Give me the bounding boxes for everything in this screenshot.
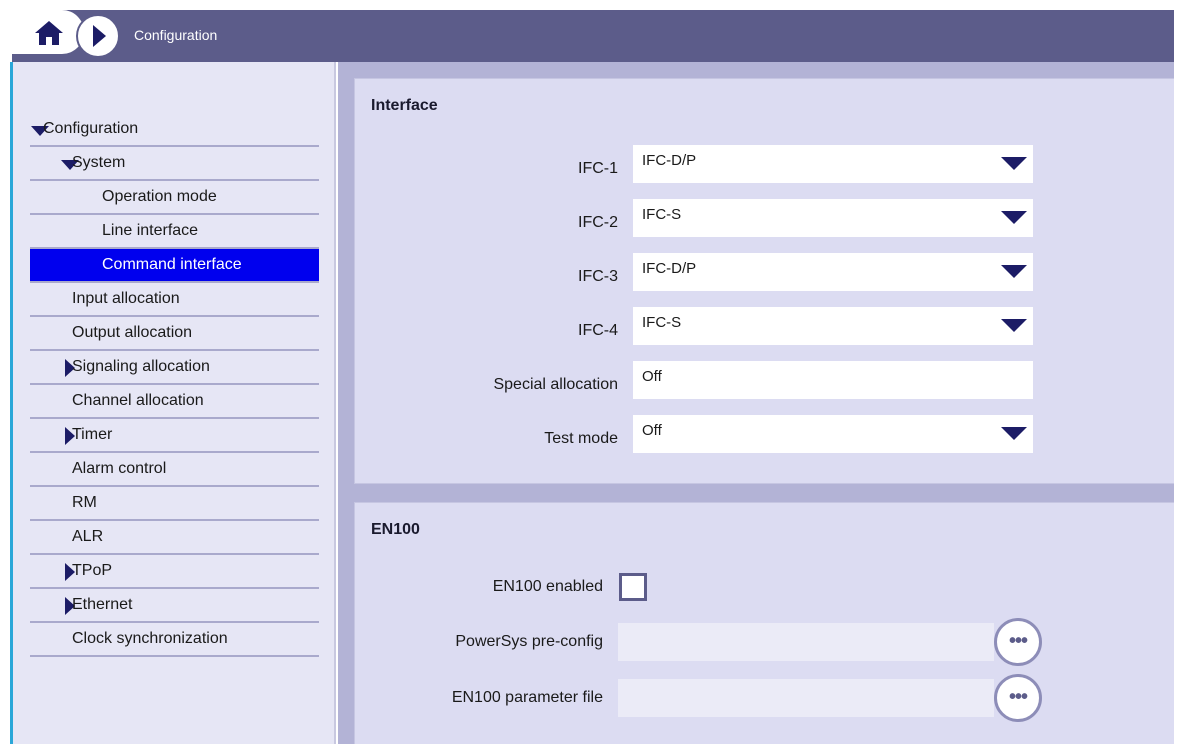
sidebar-item-ethernet[interactable]: Ethernet	[30, 589, 319, 623]
ifc-4-select[interactable]: IFC-S	[633, 307, 1033, 345]
more-icon: •••	[1008, 630, 1028, 652]
test-mode-label: Test mode	[544, 430, 618, 447]
ifc-2-value: IFC-S	[642, 206, 682, 223]
sidebar-item-line-interface[interactable]: Line interface	[30, 215, 319, 249]
sidebar-item-system[interactable]: System	[30, 147, 319, 181]
forward-button[interactable]	[76, 14, 120, 58]
sidebar-item-label: ALR	[72, 528, 104, 545]
sidebar-item-label: TPoP	[72, 562, 113, 579]
en100-enabled-label: EN100 enabled	[492, 578, 603, 595]
home-icon	[35, 21, 63, 45]
interface-panel: Interface IFC-1 IFC-D/P IFC-2 IFC-S IFC-…	[354, 78, 1174, 484]
sidebar-item-label: Input allocation	[72, 290, 180, 307]
ifc-1-label: IFC-1	[578, 160, 618, 177]
sidebar-item-channel-allocation[interactable]: Channel allocation	[30, 385, 319, 419]
sidebar-item-label: Signaling allocation	[72, 358, 210, 375]
sidebar-item-label: Timer	[72, 426, 113, 443]
sidebar-item-operation-mode[interactable]: Operation mode	[30, 181, 319, 215]
main-content: Interface IFC-1 IFC-D/P IFC-2 IFC-S IFC-…	[338, 62, 1174, 744]
ifc-1-value: IFC-D/P	[642, 152, 697, 169]
sidebar-item-tpop[interactable]: TPoP	[30, 555, 319, 589]
en100-panel-title: EN100	[371, 521, 420, 538]
en100-parameter-file-field	[618, 679, 994, 717]
sidebar-item-label: Command interface	[102, 256, 242, 273]
sidebar-item-label: Output allocation	[72, 324, 193, 341]
sidebar-item-label: Configuration	[43, 120, 139, 137]
sidebar-item-label: Operation mode	[102, 188, 217, 205]
more-icon: •••	[1008, 686, 1028, 708]
ifc-1-select[interactable]: IFC-D/P	[633, 145, 1033, 183]
sidebar: Configuration System Operation mode Line in…	[13, 62, 336, 744]
ifc-3-select[interactable]: IFC-D/P	[633, 253, 1033, 291]
interface-panel-title: Interface	[371, 97, 438, 114]
page-title: Configuration	[134, 27, 218, 43]
en100-enabled-checkbox[interactable]	[619, 573, 647, 601]
top-bar: Configuration	[12, 10, 1174, 62]
test-mode-select[interactable]: Off	[633, 415, 1033, 453]
sidebar-item-output-allocation[interactable]: Output allocation	[30, 317, 319, 351]
home-button[interactable]	[12, 10, 84, 54]
sidebar-item-label: Channel allocation	[72, 392, 204, 409]
chevron-down-icon	[1001, 211, 1027, 224]
sidebar-item-label: Alarm control	[72, 460, 167, 477]
sidebar-item-label: System	[72, 154, 126, 171]
special-allocation-label: Special allocation	[493, 376, 618, 393]
sidebar-item-configuration[interactable]: Configuration	[30, 113, 319, 147]
play-icon	[93, 25, 106, 47]
sidebar-item-timer[interactable]: Timer	[30, 419, 319, 453]
special-allocation-field[interactable]: Off	[633, 361, 1033, 399]
sidebar-item-rm[interactable]: RM	[30, 487, 319, 521]
test-mode-value: Off	[642, 422, 662, 439]
sidebar-item-label: Line interface	[102, 222, 199, 239]
ifc-2-select[interactable]: IFC-S	[633, 199, 1033, 237]
preconfig-browse-button[interactable]: •••	[994, 618, 1042, 666]
sidebar-item-label: Ethernet	[72, 596, 133, 613]
sidebar-item-label: RM	[72, 494, 97, 511]
parameter-file-browse-button[interactable]: •••	[994, 674, 1042, 722]
sidebar-item-clock-synchronization[interactable]: Clock synchronization	[30, 623, 319, 657]
en100-parameter-file-label: EN100 parameter file	[451, 689, 603, 706]
en100-panel: EN100 EN100 enabled PowerSys pre-config …	[354, 502, 1174, 744]
chevron-down-icon	[1001, 265, 1027, 278]
sidebar-item-input-allocation[interactable]: Input allocation	[30, 283, 319, 317]
sidebar-item-signaling-allocation[interactable]: Signaling allocation	[30, 351, 319, 385]
chevron-down-icon	[1001, 427, 1027, 440]
ifc-4-label: IFC-4	[578, 322, 618, 339]
ifc-3-label: IFC-3	[578, 268, 618, 285]
powersys-preconfig-label: PowerSys pre-config	[455, 633, 603, 650]
sidebar-item-command-interface[interactable]: Command interface	[30, 249, 319, 283]
sidebar-item-alarm-control[interactable]: Alarm control	[30, 453, 319, 487]
chevron-down-icon	[1001, 157, 1027, 170]
sidebar-item-alr[interactable]: ALR	[30, 521, 319, 555]
powersys-preconfig-field	[618, 623, 994, 661]
navigation-tree: Configuration System Operation mode Line in…	[30, 113, 319, 657]
special-allocation-value: Off	[642, 368, 662, 385]
ifc-3-value: IFC-D/P	[642, 260, 697, 277]
ifc-4-value: IFC-S	[642, 314, 682, 331]
sidebar-item-label: Clock synchronization	[72, 630, 228, 647]
chevron-down-icon	[1001, 319, 1027, 332]
ifc-2-label: IFC-2	[578, 214, 618, 231]
